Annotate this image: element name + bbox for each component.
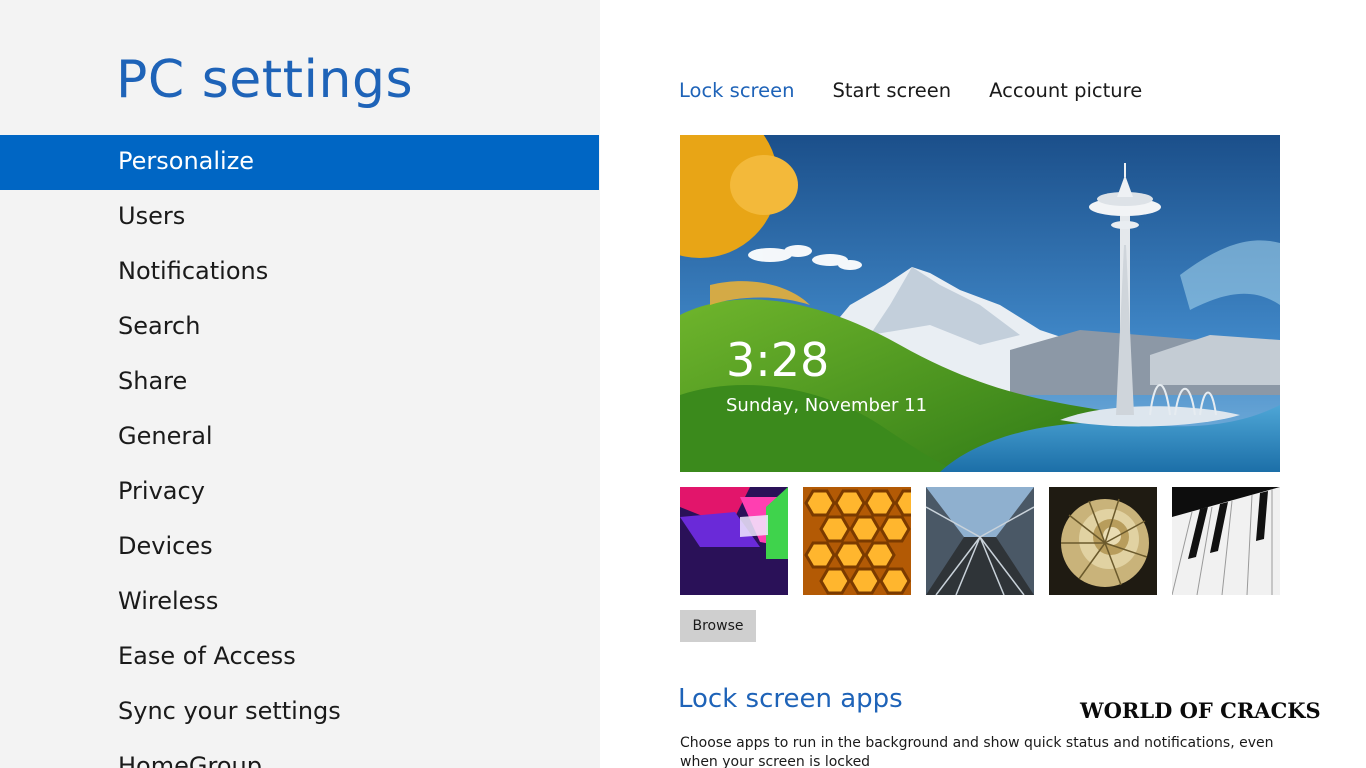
honeycomb-image (803, 487, 911, 595)
lock-screen-time: 3:28 (726, 333, 830, 387)
sidebar-item-devices[interactable]: Devices (0, 520, 599, 575)
main-panel: Lock screen Start screen Account picture (600, 0, 1366, 768)
thumbnail-colorful-shapes[interactable] (680, 487, 788, 595)
lock-screen-apps-description: Choose apps to run in the background and… (680, 735, 1274, 768)
tab-account-picture[interactable]: Account picture (989, 79, 1142, 102)
sidebar-nav: Personalize Users Notifications Search S… (0, 135, 599, 768)
lock-screen-date: Sunday, November 11 (726, 395, 928, 416)
lock-screen-apps-heading: Lock screen apps (678, 684, 903, 714)
lock-screen-thumbnail-strip (680, 487, 1280, 595)
tab-lock-screen[interactable]: Lock screen (679, 79, 795, 102)
sidebar-item-sync-your-settings[interactable]: Sync your settings (0, 685, 599, 740)
thumbnail-piano-keys[interactable] (1172, 487, 1280, 595)
thumbnail-honeycomb[interactable] (803, 487, 911, 595)
sidebar: PC settings Personalize Users Notificati… (0, 0, 600, 768)
sidebar-item-privacy[interactable]: Privacy (0, 465, 599, 520)
page-title: PC settings (116, 50, 414, 110)
watermark-text: WORLD OF CRACKS (1080, 698, 1321, 723)
sidebar-item-general[interactable]: General (0, 410, 599, 465)
sidebar-item-share[interactable]: Share (0, 355, 599, 410)
subway-tracks-image (926, 487, 1034, 595)
lock-screen-background-image (680, 135, 1280, 472)
sidebar-item-notifications[interactable]: Notifications (0, 245, 599, 300)
lock-screen-preview: 3:28 Sunday, November 11 (680, 135, 1280, 472)
sidebar-item-ease-of-access[interactable]: Ease of Access (0, 630, 599, 685)
thumbnail-subway-tracks[interactable] (926, 487, 1034, 595)
piano-keys-image (1172, 487, 1280, 595)
sidebar-item-personalize[interactable]: Personalize (0, 135, 599, 190)
sidebar-item-users[interactable]: Users (0, 190, 599, 245)
sidebar-item-homegroup[interactable]: HomeGroup (0, 740, 599, 768)
thumbnail-nautilus-shell[interactable] (1049, 487, 1157, 595)
sidebar-item-search[interactable]: Search (0, 300, 599, 355)
tab-start-screen[interactable]: Start screen (833, 79, 952, 102)
colorful-shapes-image (680, 487, 788, 595)
nautilus-shell-image (1049, 487, 1157, 595)
tab-bar: Lock screen Start screen Account picture (679, 79, 1142, 102)
browse-button[interactable]: Browse (680, 610, 756, 642)
sidebar-item-wireless[interactable]: Wireless (0, 575, 599, 630)
